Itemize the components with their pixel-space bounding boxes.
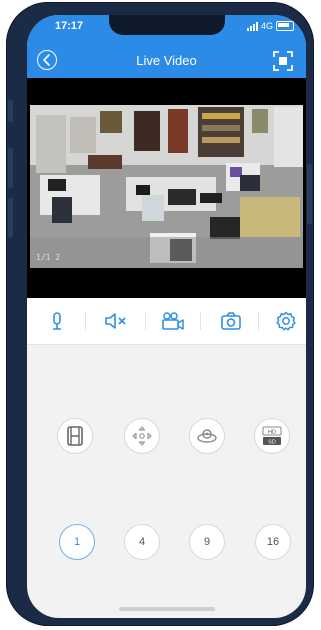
split-9-button[interactable]: 9 — [189, 524, 225, 560]
status-time: 17:17 — [55, 20, 84, 32]
status-indicators: 4G — [246, 21, 294, 31]
toolbar-divider — [145, 312, 146, 330]
speaker-mute-icon — [105, 313, 126, 329]
live-video-feed[interactable]: 1/1 2 — [30, 105, 303, 268]
fullscreen-button[interactable] — [272, 50, 294, 72]
toolbar-divider — [85, 312, 86, 330]
app-header: 17:17 4G Live Video — [27, 15, 306, 78]
toolbar-divider — [258, 312, 259, 330]
volume-down-button — [8, 198, 13, 238]
silent-switch — [8, 100, 13, 122]
hd-sd-icon: HD SD — [262, 426, 282, 446]
home-indicator[interactable] — [119, 607, 215, 611]
snapshot-button[interactable] — [220, 310, 242, 332]
quality-toggle-button[interactable]: HD SD — [254, 418, 290, 454]
microphone-button[interactable] — [46, 310, 68, 332]
app-screen: 17:17 4G Live Video 1/1 2 HD SD 1 4 9 16 — [27, 15, 306, 618]
fisheye-icon — [197, 429, 217, 443]
page-title: Live Video — [136, 53, 197, 68]
microphone-icon — [53, 312, 61, 330]
battery-icon — [276, 21, 294, 31]
office-scene-image — [30, 105, 303, 268]
settings-button[interactable] — [275, 310, 297, 332]
volume-up-button — [8, 148, 13, 188]
directional-pad-icon — [132, 426, 152, 446]
fisheye-button[interactable] — [189, 418, 225, 454]
record-button[interactable] — [161, 310, 185, 332]
network-type: 4G — [260, 21, 273, 31]
signal-icon — [246, 21, 258, 31]
video-record-icon — [162, 312, 184, 330]
playback-button[interactable] — [57, 418, 93, 454]
camera-icon — [221, 312, 241, 330]
video-timestamp: 1/1 2 — [36, 253, 61, 262]
film-icon — [67, 426, 83, 446]
video-controls-bar — [27, 298, 306, 345]
hd-label: HD — [268, 430, 276, 436]
split-1-button[interactable]: 1 — [59, 524, 95, 560]
toolbar-divider — [200, 312, 201, 330]
notch — [109, 15, 225, 35]
split-16-button[interactable]: 16 — [255, 524, 291, 560]
gear-icon — [276, 311, 296, 331]
split-4-button[interactable]: 4 — [124, 524, 160, 560]
fullscreen-icon — [273, 51, 293, 71]
power-button — [307, 164, 312, 224]
ptz-button[interactable] — [124, 418, 160, 454]
phone-frame: 17:17 4G Live Video 1/1 2 HD SD 1 4 9 16 — [6, 2, 314, 626]
mute-button[interactable] — [104, 310, 130, 332]
sd-label: SD — [268, 440, 276, 446]
